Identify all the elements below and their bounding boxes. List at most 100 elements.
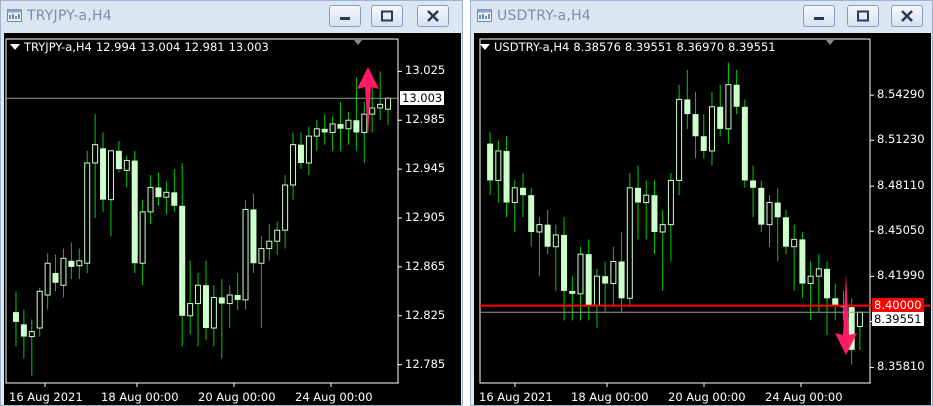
title-bar[interactable]: TRYJPY-a,H4 [1, 1, 462, 32]
candle-body [155, 187, 162, 198]
candle-body [337, 123, 344, 129]
price-axis-label: 8.35810 [877, 359, 925, 374]
ohlc-low: 8.36970 [676, 40, 725, 54]
chart-window-tryjpy: TRYJPY-a,H4 TRYJPY-a,H4 12.994 13.004 12.98… [0, 0, 463, 406]
candle-body [139, 211, 146, 264]
candle-body [659, 224, 666, 233]
plot-frame [479, 38, 871, 384]
candle-body [643, 194, 650, 204]
close-button[interactable] [891, 5, 923, 27]
candle-body [766, 202, 773, 226]
minimize-button[interactable] [803, 5, 835, 27]
candle-body [353, 120, 360, 133]
candle-body [618, 261, 625, 299]
candle-body [676, 98, 683, 181]
candle-body [202, 285, 209, 328]
candle-body [700, 136, 707, 151]
candle-body [561, 234, 568, 291]
plot-frame [5, 38, 399, 384]
ohlc-header: TRYJPY-a,H4 12.994 13.004 12.981 13.003 [10, 40, 273, 54]
close-button[interactable] [417, 5, 449, 27]
candle-body [487, 143, 494, 181]
candle-body [195, 284, 202, 305]
candle-body [824, 268, 831, 299]
close-icon [901, 10, 913, 22]
price-axis-label: 8.45050 [877, 223, 925, 238]
maximize-button[interactable] [847, 5, 879, 27]
ohlc-high: 13.004 [140, 40, 181, 54]
price-axis-label: 13.025 [405, 63, 446, 78]
candle-body [536, 224, 543, 233]
time-axis-label: 18 Aug 00:00 [101, 390, 179, 404]
collapse-triangle-icon[interactable] [10, 44, 20, 50]
ohlc-open: 12.994 [95, 40, 137, 54]
candle-body [60, 257, 67, 286]
ohlc-symbol: USDTRY-a,H4 [494, 40, 570, 54]
candle-body [266, 240, 273, 250]
candle-body [503, 150, 510, 203]
ohlc-header: USDTRY-a,H4 8.38576 8.39551 8.36970 8.39551 [480, 40, 780, 54]
candle-body [758, 187, 765, 225]
candle-body [100, 148, 107, 200]
price-axis-label: 12.985 [405, 112, 446, 127]
time-axis-label: 20 Aug 00:00 [668, 390, 746, 404]
candle-body [602, 276, 609, 284]
candle-body [131, 160, 138, 264]
candle-body [832, 298, 839, 306]
minimize-button[interactable] [329, 5, 361, 27]
candle-body [544, 224, 551, 247]
window-title: TRYJPY-a,H4 [27, 8, 112, 24]
collapse-triangle-icon[interactable] [480, 44, 490, 50]
candle-body [815, 268, 822, 277]
price-chart[interactable]: TRYJPY-a,H4 12.994 13.004 12.981 13.003 13.0… [4, 33, 461, 405]
price-axis-label: 12.905 [405, 210, 446, 224]
title-bar[interactable]: USDTRY-a,H4 [471, 1, 932, 32]
price-chart[interactable]: USDTRY-a,H4 8.38576 8.39551 8.36970 8.39551 … [474, 33, 931, 405]
candle-body [856, 311, 863, 328]
candle-body [297, 144, 304, 163]
price-axis-label: 8.48110 [877, 178, 925, 193]
candle-body [218, 297, 225, 304]
ohlc-symbol: TRYJPY-a,H4 [24, 40, 92, 54]
candle-body [577, 253, 584, 295]
candle-body [610, 260, 617, 285]
candle-body [708, 106, 715, 152]
candle-body [52, 273, 59, 283]
candle-body [791, 238, 798, 248]
candle-body [519, 187, 526, 196]
chart-window-usdtry: USDTRY-a,H4 USDTRY-a,H4 8.38576 8.39551 8.3… [470, 0, 933, 406]
ohlc-close: 13.003 [228, 40, 269, 54]
current-price-tag: 13.003 [400, 91, 445, 106]
candle-body [782, 217, 789, 247]
candle-body [171, 192, 178, 206]
candle-body [635, 187, 642, 203]
candle-body [36, 290, 43, 329]
time-axis-label: 20 Aug 00:00 [198, 390, 276, 404]
maximize-button[interactable] [371, 5, 403, 27]
candle-body [92, 144, 99, 164]
candle-body [799, 239, 806, 284]
candle-body [626, 187, 633, 299]
candle-body [528, 195, 535, 232]
time-axis-label: 18 Aug 00:00 [571, 390, 649, 404]
candle-body [741, 106, 748, 181]
candle-body [210, 296, 217, 329]
candle-body [187, 303, 194, 317]
price-axis-label: 12.825 [405, 307, 446, 322]
candle-body [807, 275, 814, 285]
candlestick-plot [479, 38, 930, 387]
level-price-tag: 8.40000 [872, 297, 924, 312]
candle-body [377, 103, 384, 109]
candle-body [329, 123, 336, 133]
candle-body [115, 150, 122, 170]
candle-body [163, 191, 170, 198]
scroll-marker-icon [826, 40, 834, 45]
candle-body [725, 84, 732, 130]
candle-body [290, 144, 297, 186]
candle-body [361, 113, 368, 133]
maximize-icon [381, 10, 393, 22]
minimize-icon [340, 17, 350, 20]
candle-body [234, 295, 241, 300]
candle-body [28, 331, 35, 338]
candle-body [305, 135, 312, 164]
